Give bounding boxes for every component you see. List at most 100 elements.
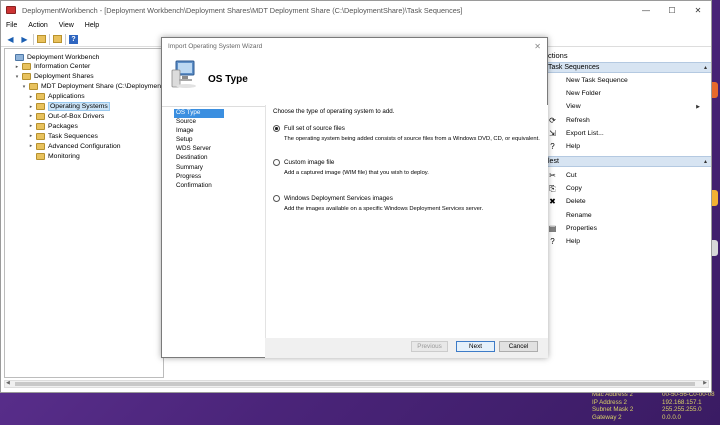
action-item[interactable]: Rename [548,210,708,221]
menu-help[interactable]: Help [85,22,99,29]
tree-item[interactable]: Monitoring [28,151,80,161]
actions-group-selected[interactable]: lest ▴ [542,156,711,167]
expand-arrow-icon[interactable]: ▸ [28,123,34,129]
tree-item[interactable]: ▸ Advanced Configuration [28,141,121,151]
action-item[interactable]: New Task Sequence [548,75,708,86]
actions-header: ctions [548,51,568,60]
tree-item[interactable]: ▸ Operating Systems [28,102,110,112]
title-bar: DeploymentWorkbench - [Deployment Workbe… [1,1,711,19]
action-item[interactable]: ▤ Properties [548,223,708,234]
action-icon: ✖ [549,197,556,207]
folder-icon [36,132,45,140]
wizard-step: Summary [176,163,203,171]
option-label[interactable]: Full set of source files [284,125,345,132]
option-wds-images[interactable]: Windows Deployment Services images Add t… [273,195,543,212]
tree-item[interactable]: ▾ Deployment Shares [14,72,94,82]
action-item[interactable]: New Folder [548,88,708,99]
action-label[interactable]: Export List... [566,130,604,137]
expand-arrow-icon[interactable]: ▾ [21,84,27,90]
action-item[interactable]: View ▶ [548,101,708,112]
tree-item-label[interactable]: Operating Systems [48,102,110,111]
tree-item[interactable]: Deployment Workbench [7,52,99,62]
collapse-caret-icon[interactable]: ▴ [704,158,707,165]
tree-item-label[interactable]: Packages [48,123,78,130]
tree-item-label[interactable]: Monitoring [48,153,80,160]
back-arrow-icon[interactable]: ◀ [5,34,16,45]
expand-arrow-icon[interactable]: ▸ [28,104,34,110]
maximize-button[interactable]: ☐ [659,1,685,19]
action-label[interactable]: View [566,103,581,110]
tree-item[interactable]: ▸ Information Center [14,62,90,72]
tree-item-label[interactable]: MDT Deployment Share (C:\DeploymentSh [41,83,163,90]
cancel-button[interactable]: Cancel [499,341,538,352]
folder-icon [29,83,38,91]
menu-file[interactable]: File [6,22,17,29]
tree-item-label[interactable]: Advanced Configuration [48,143,121,150]
option-label[interactable]: Custom image file [284,159,334,166]
action-item[interactable]: ⇲ Export List... [548,128,708,139]
option-label[interactable]: Windows Deployment Services images [284,195,393,202]
action-label[interactable]: Rename [566,212,592,219]
bginfo-key: IP Address 2 [592,398,627,406]
action-label[interactable]: Copy [566,185,582,192]
expand-arrow-icon[interactable]: ▸ [28,94,34,100]
option-custom-image[interactable]: Custom image file Add a captured image (… [273,159,543,176]
tree-item[interactable]: ▸ Packages [28,121,78,131]
previous-button[interactable]: Previous [411,341,448,352]
wizard-step: Confirmation [176,181,212,189]
help-icon[interactable]: ? [69,34,78,44]
action-item[interactable]: ✂ Cut [548,170,708,181]
expand-arrow-icon[interactable]: ▸ [28,113,34,119]
tree-item-label[interactable]: Information Center [34,63,90,70]
close-button[interactable]: ✕ [685,1,711,19]
action-item[interactable]: ? Help [548,141,708,152]
action-label[interactable]: Delete [566,198,586,205]
menu-view[interactable]: View [59,22,74,29]
menu-action[interactable]: Action [28,22,47,29]
tree-item[interactable]: ▸ Task Sequences [28,131,98,141]
next-button[interactable]: Next [456,341,495,352]
tree-item[interactable]: ▸ Applications [28,92,85,102]
expand-arrow-icon[interactable]: ▸ [28,143,34,149]
radio-custom-image[interactable] [273,159,280,166]
minimize-button[interactable]: — [633,1,659,19]
radio-full-source[interactable] [273,125,280,132]
tree-item-label[interactable]: Task Sequences [48,133,98,140]
tree-item[interactable]: ▸ Out-of-Box Drivers [28,111,104,121]
action-label[interactable]: New Task Sequence [566,77,628,84]
action-item[interactable]: ? Help [548,236,708,247]
action-label[interactable]: New Folder [566,90,601,97]
option-full-source[interactable]: Full set of source files The operating s… [273,125,543,142]
app-icon [6,6,16,14]
scroll-right-icon[interactable]: ▶ [703,380,707,386]
actions-group-task-sequences[interactable]: Task Sequences ▴ [542,62,711,73]
actions-pane: ctions Task Sequences ▴ New Task Sequenc… [542,48,711,378]
tree-item-label[interactable]: Deployment Workbench [27,54,99,61]
action-label[interactable]: Properties [566,225,597,232]
action-label[interactable]: Cut [566,172,577,179]
up-folder-icon[interactable] [37,35,46,43]
tree-item-label[interactable]: Out-of-Box Drivers [48,113,104,120]
radio-wds-images[interactable] [273,195,280,202]
expand-arrow-icon[interactable]: ▾ [14,74,20,80]
action-label[interactable]: Help [566,143,580,150]
scrollbar-thumb[interactable] [15,382,695,386]
action-label[interactable]: Refresh [566,117,590,124]
horizontal-scrollbar[interactable]: ◀ ▶ [4,380,709,388]
forward-arrow-icon[interactable]: ▶ [19,34,30,45]
action-item[interactable]: ⟳ Refresh [548,115,708,126]
tree-item-label[interactable]: Applications [48,93,85,100]
action-icon: ▤ [548,223,557,233]
tree-item-label[interactable]: Deployment Shares [34,73,94,80]
expand-arrow-icon[interactable]: ▸ [28,133,34,139]
collapse-caret-icon[interactable]: ▴ [704,64,707,71]
scroll-left-icon[interactable]: ◀ [6,380,10,386]
action-item[interactable]: ⎘ Copy [548,183,708,194]
action-item[interactable]: ✖ Delete [548,196,708,207]
show-hide-tree-icon[interactable] [53,35,62,43]
wizard-close-icon[interactable]: ✕ [534,42,541,51]
tree-item[interactable]: ▾ MDT Deployment Share (C:\DeploymentSh [21,82,163,92]
console-tree[interactable]: Deployment Workbench ▸ Information Center ▾… [4,48,164,378]
action-label[interactable]: Help [566,238,580,245]
expand-arrow-icon[interactable]: ▸ [14,64,20,70]
